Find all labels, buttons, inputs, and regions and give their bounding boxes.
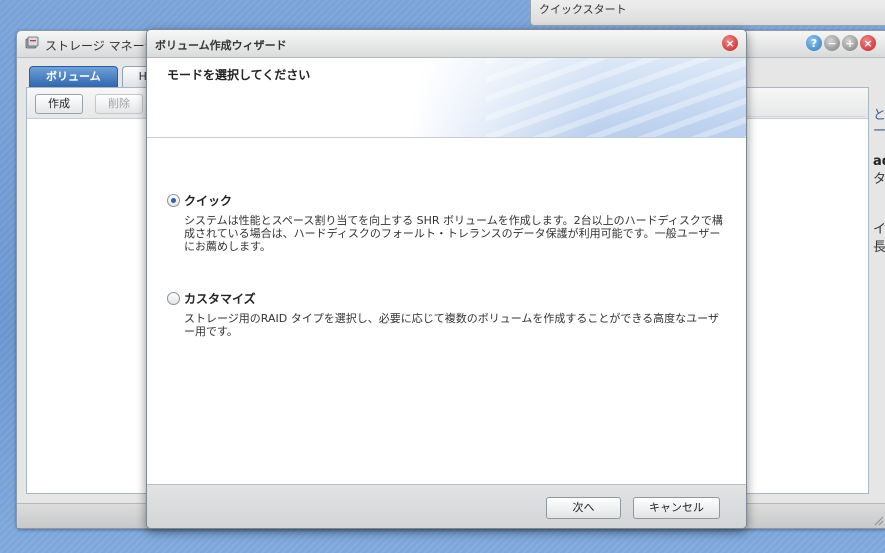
storage-manager-tabs: ボリューム H	[29, 66, 164, 87]
customize-label[interactable]: カスタマイズ	[184, 290, 256, 307]
quick-label[interactable]: クイック	[184, 192, 232, 209]
window-controls: ? − + ×	[806, 35, 876, 51]
quick-radio[interactable]	[167, 194, 180, 207]
wizard-body: クイック システムは性能とスペース割り当てを向上する SHR ボリュームを作成し…	[147, 138, 746, 484]
background-window-title: クイックスタート	[539, 3, 627, 16]
cancel-button[interactable]: キャンセル	[633, 497, 720, 519]
side-fragment-3: ad	[873, 154, 885, 169]
wizard-heading: モードを選択してください	[167, 68, 311, 82]
close-icon[interactable]: ×	[860, 35, 876, 51]
wizard-titlebar[interactable]: ボリューム作成ウィザード ×	[147, 30, 746, 58]
wizard-banner: モードを選択してください	[147, 58, 746, 138]
wizard-close-icon[interactable]: ×	[722, 35, 738, 51]
delete-button[interactable]: 削除	[95, 94, 143, 114]
next-button[interactable]: 次へ	[546, 497, 621, 519]
side-fragment-2: ープ	[873, 124, 885, 139]
wizard-title: ボリューム作成ウィザード	[155, 39, 287, 52]
storage-manager-app-icon	[25, 36, 39, 49]
customize-description: ストレージ用のRAID タイプを選択し、必要に応じて複数のボリュームを作成するこ…	[184, 312, 719, 338]
customize-radio[interactable]	[167, 292, 180, 305]
maximize-icon[interactable]: +	[842, 35, 858, 51]
minimize-icon[interactable]: −	[824, 35, 840, 51]
resize-grip-icon[interactable]	[872, 514, 884, 526]
background-window[interactable]: クイックスタート	[530, 0, 885, 26]
side-fragment-6: 長カ	[873, 240, 885, 255]
side-fragment-5: イ	[873, 222, 885, 237]
side-fragment-4: タ	[873, 172, 885, 187]
volume-creation-wizard: ボリューム作成ウィザード × モードを選択してください クイック システムは性能…	[146, 29, 747, 529]
help-icon[interactable]: ?	[806, 35, 822, 51]
create-button[interactable]: 作成	[35, 94, 83, 114]
tab-volume[interactable]: ボリューム	[29, 66, 118, 87]
quick-description: システムは性能とスペース割り当てを向上する SHR ボリュームを作成します。2台…	[184, 214, 723, 253]
wizard-footer: 次へ キャンセル	[147, 484, 746, 528]
